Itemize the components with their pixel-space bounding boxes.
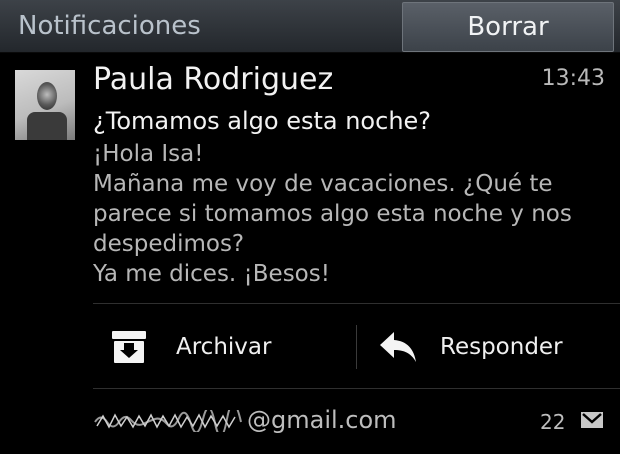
notification-time: 13:43 [541,66,605,91]
notification-header: Notificaciones Borrar [0,0,620,53]
sender-avatar [15,70,75,140]
divider [93,388,620,389]
archive-button[interactable]: Archivar [93,306,355,388]
clear-button[interactable]: Borrar [402,2,614,52]
header-title: Notificaciones [18,11,201,41]
body-line: parece si tomamos algo esta noche y nos [93,201,572,227]
reply-label: Responder [440,334,563,360]
body-line: ¡Hola Isa! [93,141,204,167]
divider [93,303,620,304]
unread-count: 22 [540,410,566,434]
email-body: ¡Hola Isa! Mañana me voy de vacaciones. … [93,139,603,289]
body-line: despedimos? [93,231,245,257]
mail-icon [580,410,604,434]
body-line: Mañana me voy de vacaciones. ¿Qué te [93,171,553,197]
action-separator [356,325,357,369]
redacted-username [94,410,242,432]
account-email: @gmail.com [93,406,397,434]
account-domain: @gmail.com [247,406,397,434]
email-subject: ¿Tomamos algo esta noche? [93,107,432,135]
archive-icon [111,330,147,368]
sender-name: Paula Rodriguez [93,62,334,97]
body-line: Ya me dices. ¡Besos! [93,261,330,287]
archive-label: Archivar [176,334,272,360]
reply-button[interactable]: Responder [358,306,620,388]
reply-icon [378,330,418,368]
